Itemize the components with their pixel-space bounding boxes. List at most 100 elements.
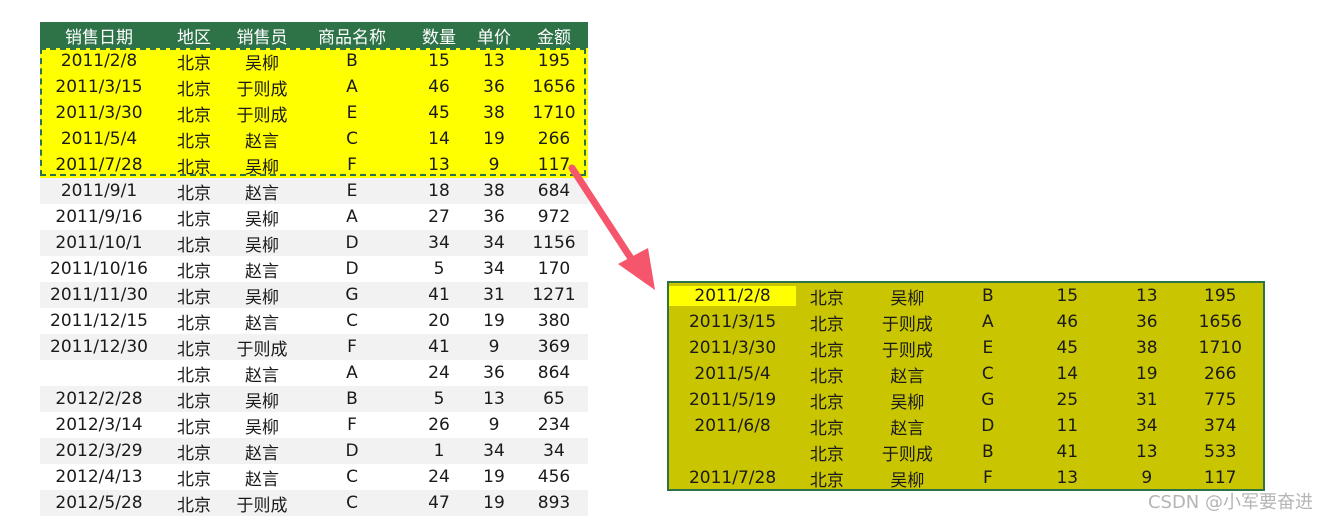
- table-cell[interactable]: G: [294, 285, 410, 305]
- result-cell[interactable]: 266: [1178, 364, 1263, 384]
- table-cell[interactable]: 北京: [158, 361, 230, 386]
- result-cell[interactable]: 北京: [796, 284, 858, 309]
- table-cell[interactable]: 赵言: [230, 179, 294, 204]
- table-cell[interactable]: 赵言: [230, 309, 294, 334]
- table-cell[interactable]: 36: [468, 207, 520, 227]
- result-cell[interactable]: 赵言: [858, 362, 957, 387]
- result-cell[interactable]: 11: [1019, 416, 1116, 436]
- table-cell[interactable]: 5: [410, 389, 468, 409]
- table-cell[interactable]: 14: [410, 129, 468, 149]
- result-cell[interactable]: 117: [1178, 468, 1263, 488]
- result-cell[interactable]: 2011/5/4: [669, 364, 796, 384]
- result-cell[interactable]: 北京: [796, 466, 858, 491]
- table-cell[interactable]: 24: [410, 467, 468, 487]
- table-cell[interactable]: 34: [520, 441, 588, 461]
- table-cell[interactable]: B: [294, 389, 410, 409]
- table-cell[interactable]: 41: [410, 285, 468, 305]
- table-cell[interactable]: 2012/2/28: [40, 389, 158, 409]
- table-cell[interactable]: 26: [410, 415, 468, 435]
- header-product[interactable]: 商品名称: [294, 23, 410, 48]
- table-cell[interactable]: 27: [410, 207, 468, 227]
- result-cell[interactable]: 13: [1116, 286, 1178, 306]
- result-cell[interactable]: 北京: [796, 336, 858, 361]
- table-cell[interactable]: C: [294, 311, 410, 331]
- result-cell[interactable]: 于则成: [858, 440, 957, 465]
- table-cell[interactable]: 北京: [158, 101, 230, 126]
- table-cell[interactable]: 195: [520, 51, 588, 71]
- result-cell[interactable]: 25: [1019, 390, 1116, 410]
- table-cell[interactable]: 2011/7/28: [40, 155, 158, 175]
- result-cell[interactable]: C: [957, 364, 1019, 384]
- table-cell[interactable]: 吴柳: [230, 231, 294, 256]
- table-cell[interactable]: 38: [468, 181, 520, 201]
- table-cell[interactable]: 893: [520, 493, 588, 513]
- result-cell[interactable]: 19: [1116, 364, 1178, 384]
- table-cell[interactable]: 65: [520, 389, 588, 409]
- table-cell[interactable]: D: [294, 259, 410, 279]
- result-cell[interactable]: 2011/7/28: [669, 468, 796, 488]
- result-cell[interactable]: 13: [1116, 442, 1178, 462]
- table-cell[interactable]: A: [294, 363, 410, 383]
- table-cell[interactable]: 北京: [158, 465, 230, 490]
- table-cell[interactable]: 24: [410, 363, 468, 383]
- table-cell[interactable]: 北京: [158, 49, 230, 74]
- table-cell[interactable]: 972: [520, 207, 588, 227]
- table-cell[interactable]: 北京: [158, 231, 230, 256]
- header-quantity[interactable]: 数量: [410, 23, 468, 48]
- result-cell[interactable]: B: [957, 286, 1019, 306]
- table-cell[interactable]: 北京: [158, 387, 230, 412]
- table-cell[interactable]: 34: [468, 441, 520, 461]
- table-cell[interactable]: 34: [468, 259, 520, 279]
- table-cell[interactable]: 13: [468, 389, 520, 409]
- result-cell[interactable]: 14: [1019, 364, 1116, 384]
- table-cell[interactable]: 北京: [158, 439, 230, 464]
- result-cell[interactable]: 775: [1178, 390, 1263, 410]
- table-cell[interactable]: 864: [520, 363, 588, 383]
- table-cell[interactable]: 1710: [520, 103, 588, 123]
- table-cell[interactable]: 34: [410, 233, 468, 253]
- result-cell[interactable]: 38: [1116, 338, 1178, 358]
- table-cell[interactable]: 2012/4/13: [40, 467, 158, 487]
- table-cell[interactable]: D: [294, 233, 410, 253]
- result-cell[interactable]: 北京: [796, 414, 858, 439]
- table-cell[interactable]: 吴柳: [230, 413, 294, 438]
- table-cell[interactable]: 北京: [158, 179, 230, 204]
- result-cell[interactable]: 2011/3/30: [669, 338, 796, 358]
- table-cell[interactable]: 47: [410, 493, 468, 513]
- table-cell[interactable]: 赵言: [230, 127, 294, 152]
- result-cell[interactable]: 374: [1178, 416, 1263, 436]
- table-cell[interactable]: 9: [468, 415, 520, 435]
- table-cell[interactable]: 369: [520, 337, 588, 357]
- table-cell[interactable]: 北京: [158, 283, 230, 308]
- result-cell[interactable]: 9: [1116, 468, 1178, 488]
- table-cell[interactable]: 34: [468, 233, 520, 253]
- result-cell[interactable]: 吴柳: [858, 466, 957, 491]
- table-cell[interactable]: 吴柳: [230, 49, 294, 74]
- result-cell[interactable]: 36: [1116, 312, 1178, 332]
- header-region[interactable]: 地区: [158, 23, 230, 48]
- table-cell[interactable]: 19: [468, 467, 520, 487]
- table-cell[interactable]: 北京: [158, 257, 230, 282]
- table-cell[interactable]: 19: [468, 129, 520, 149]
- table-cell[interactable]: 北京: [158, 335, 230, 360]
- active-cell[interactable]: 2011/2/8: [669, 286, 797, 306]
- table-cell[interactable]: 吴柳: [230, 387, 294, 412]
- result-cell[interactable]: 2011/5/19: [669, 390, 796, 410]
- table-cell[interactable]: 赵言: [230, 361, 294, 386]
- result-cell[interactable]: 533: [1178, 442, 1263, 462]
- result-cell[interactable]: 15: [1019, 286, 1116, 306]
- result-cell[interactable]: 41: [1019, 442, 1116, 462]
- result-cell[interactable]: 2011/6/8: [669, 416, 796, 436]
- result-cell[interactable]: 吴柳: [858, 284, 957, 309]
- table-cell[interactable]: 赵言: [230, 439, 294, 464]
- table-cell[interactable]: A: [294, 77, 410, 97]
- table-cell[interactable]: 1156: [520, 233, 588, 253]
- table-cell[interactable]: C: [294, 467, 410, 487]
- table-cell[interactable]: 5: [410, 259, 468, 279]
- table-cell[interactable]: 吴柳: [230, 205, 294, 230]
- table-cell[interactable]: 2011/9/16: [40, 207, 158, 227]
- result-cell[interactable]: 于则成: [858, 336, 957, 361]
- table-cell[interactable]: 41: [410, 337, 468, 357]
- table-cell[interactable]: B: [294, 51, 410, 71]
- table-cell[interactable]: 北京: [158, 413, 230, 438]
